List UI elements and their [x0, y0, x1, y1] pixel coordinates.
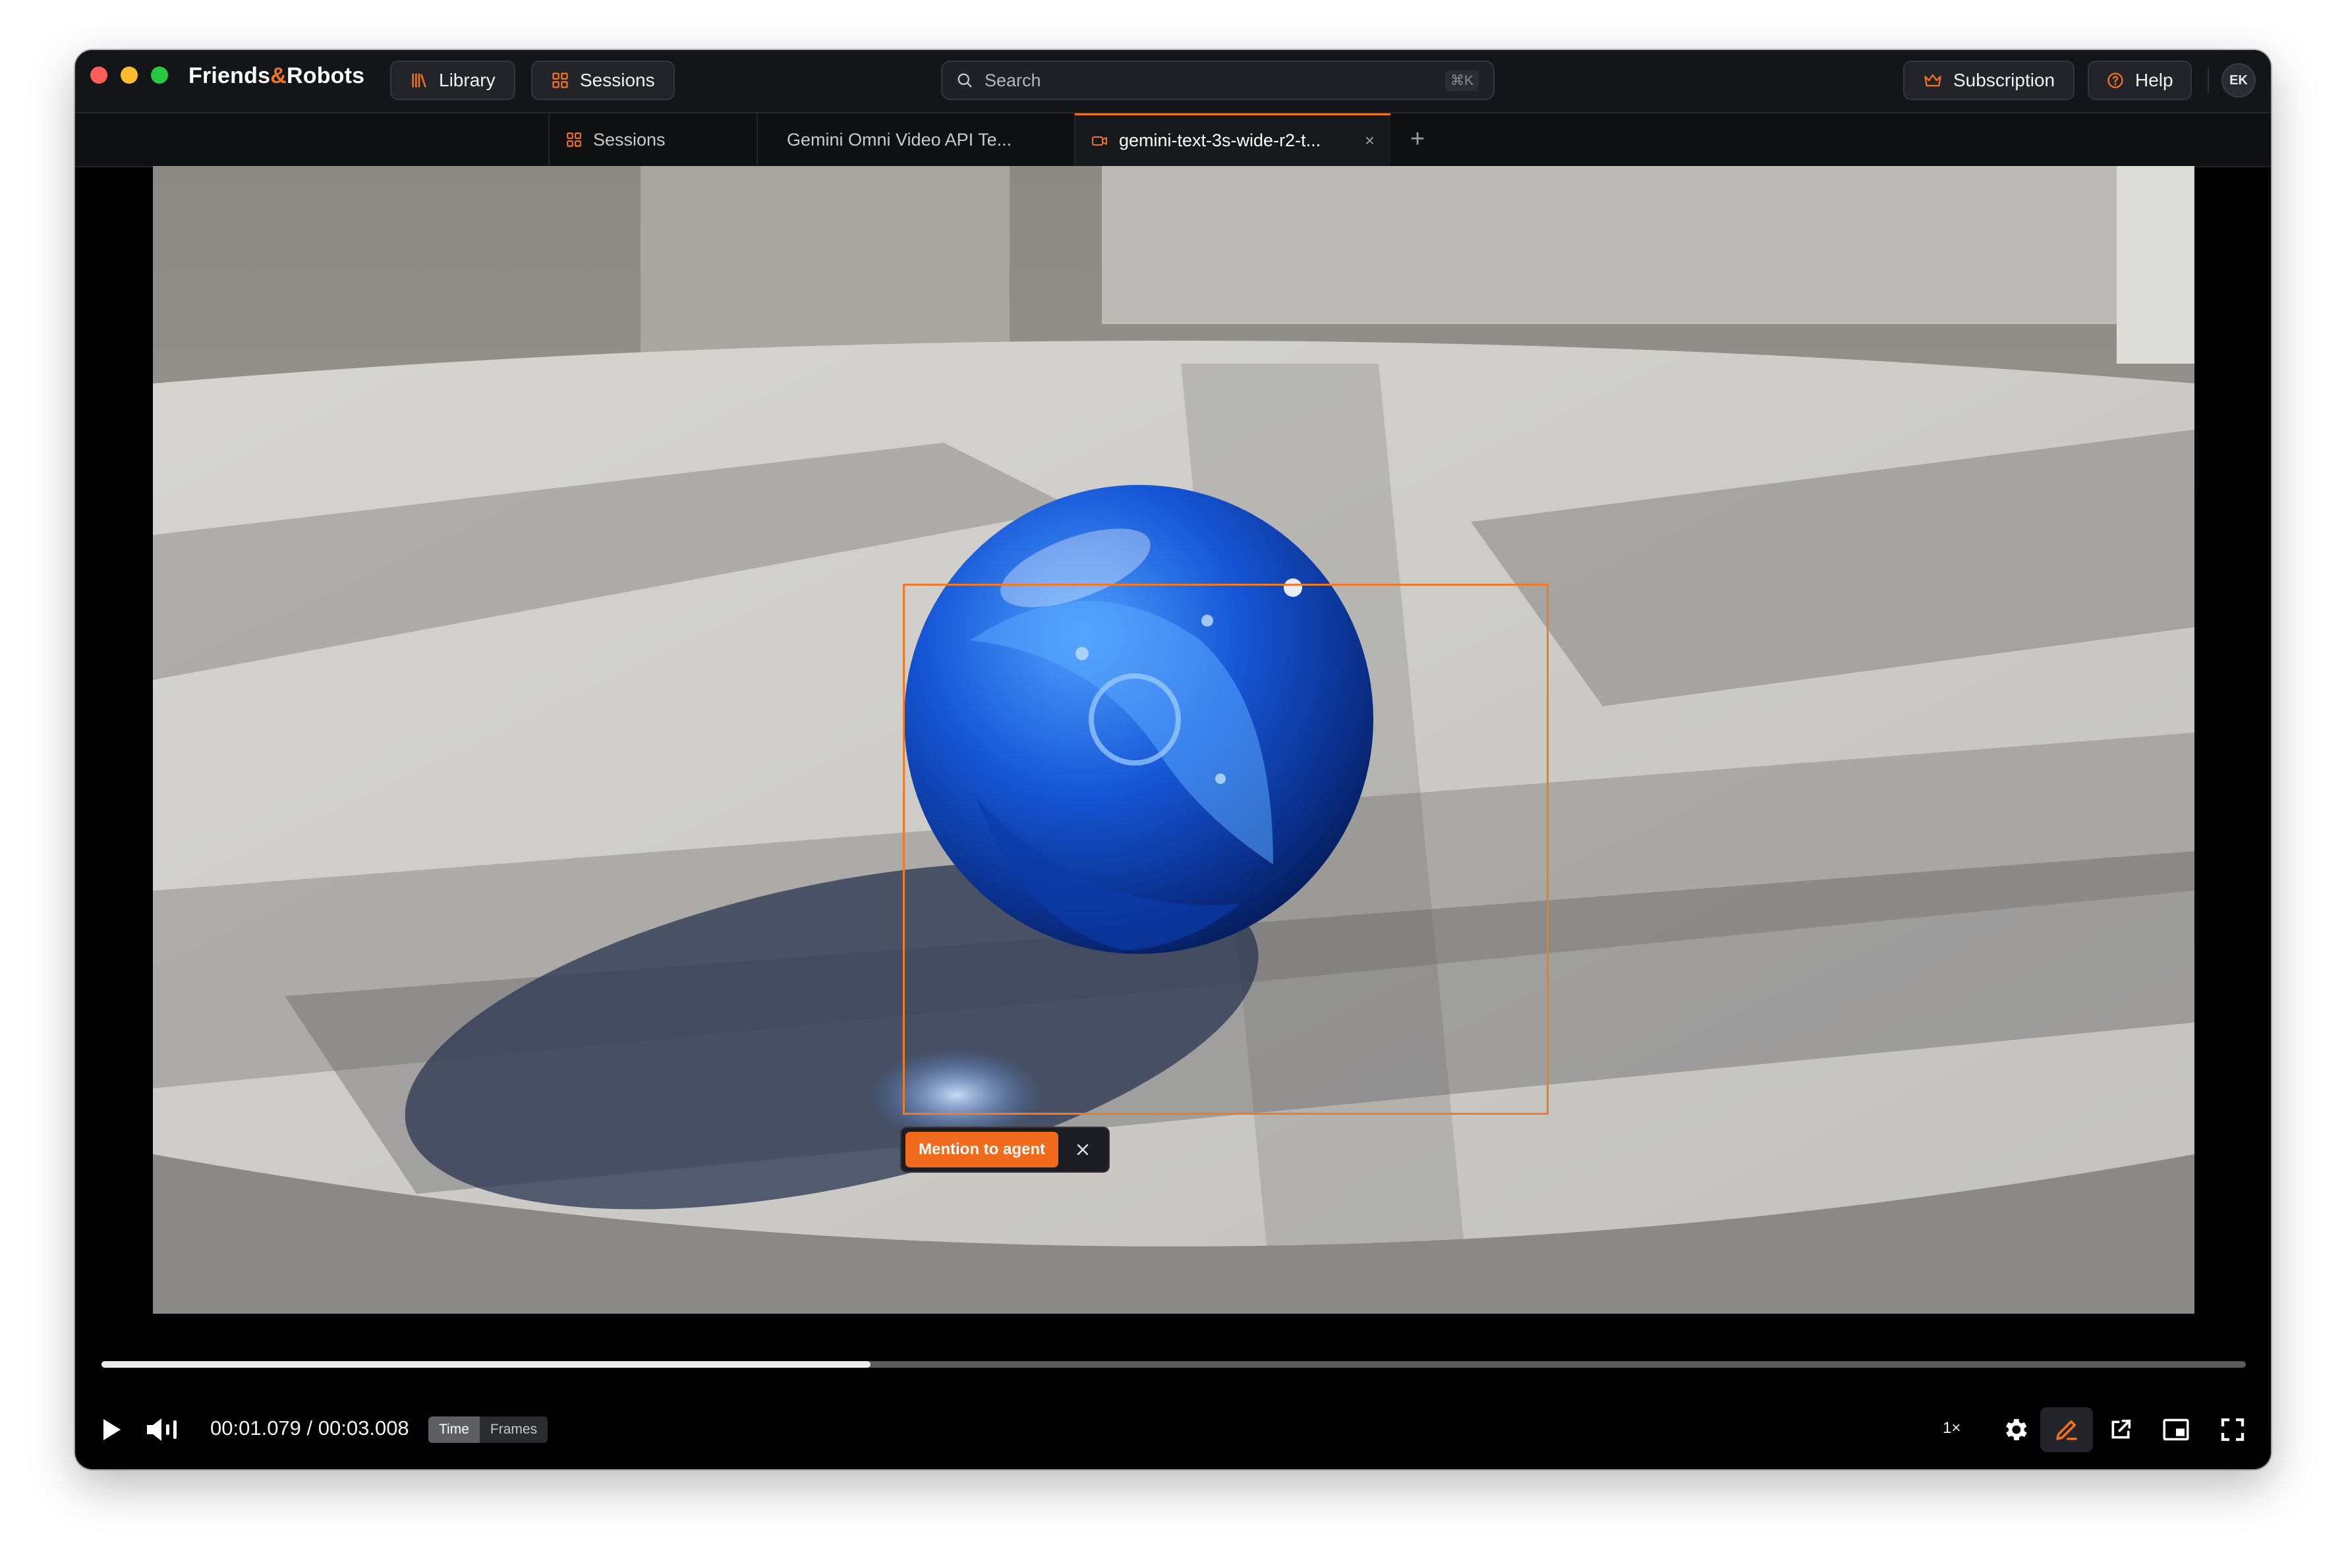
brand-logo: Friends&Robots [188, 63, 364, 89]
mention-to-agent-label: Mention to agent [919, 1140, 1045, 1158]
library-button[interactable]: Library [390, 61, 515, 100]
time-separator: / [300, 1416, 318, 1440]
crown-icon [1924, 74, 1941, 87]
volume-button[interactable] [144, 1407, 183, 1452]
window-minimize-button[interactable] [121, 67, 138, 84]
picture-in-picture-button[interactable] [2154, 1407, 2198, 1452]
tab-gemini-omni-video-api[interactable]: Gemini Omni Video API Te... [757, 113, 1025, 166]
video-frame[interactable]: Mention to agent [153, 166, 2194, 1314]
help-icon [2107, 72, 2123, 88]
selection-box[interactable] [903, 584, 1549, 1115]
player-controls: 00:01.079 / 00:03.008 Time Frames 1× [75, 1407, 2271, 1452]
time-format-toggle: Time Frames [428, 1416, 548, 1443]
fullscreen-icon [2221, 1418, 2245, 1442]
tab-label: Gemini Omni Video API Te... [787, 129, 1012, 150]
new-tab-button[interactable]: + [1410, 125, 1425, 154]
mention-to-agent-button[interactable]: Mention to agent [905, 1132, 1058, 1167]
app-window: Friends&Robots Library Sessions Search ⌘… [75, 50, 2271, 1469]
play-button[interactable] [94, 1407, 129, 1452]
tab-sessions[interactable]: Sessions [548, 113, 704, 166]
playback-rate-button[interactable]: 1× [1943, 1419, 1960, 1438]
sessions-label: Sessions [580, 70, 655, 90]
library-label: Library [439, 70, 496, 90]
video-icon [1092, 136, 1107, 146]
tab-label: Sessions [593, 129, 666, 150]
progress-fill [101, 1361, 871, 1368]
external-link-icon [2111, 1419, 2131, 1439]
search-placeholder: Search [985, 70, 1041, 90]
brand-name-left: Friends [188, 63, 271, 88]
annotate-button[interactable] [2040, 1407, 2093, 1452]
library-icon [412, 73, 426, 88]
tab-close-icon[interactable]: × [1365, 130, 1375, 151]
header-divider [2208, 69, 2209, 94]
pencil-icon [2056, 1420, 2077, 1440]
tab-gemini-text-video[interactable]: gemini-text-3s-wide-r2-t... × [1074, 113, 1390, 166]
help-label: Help [2135, 70, 2173, 90]
timecode: 00:01.079 / 00:03.008 [210, 1416, 409, 1440]
gear-icon [2006, 1418, 2027, 1441]
duration: 00:03.008 [318, 1416, 409, 1440]
picture-in-picture-icon [2163, 1418, 2189, 1441]
search-icon [958, 73, 972, 88]
mode-time-button[interactable]: Time [428, 1416, 480, 1443]
window-maximize-button[interactable] [151, 67, 168, 84]
settings-button[interactable] [1993, 1407, 2038, 1452]
mention-popover: Mention to agent [900, 1127, 1110, 1173]
sessions-button[interactable]: Sessions [531, 61, 675, 100]
help-button[interactable]: Help [2088, 61, 2192, 100]
progress-bar[interactable] [101, 1361, 2246, 1368]
brand-name-right: Robots [286, 63, 365, 88]
current-time: 00:01.079 [210, 1416, 301, 1440]
title-bar: Friends&Robots Library Sessions Search ⌘… [75, 50, 2271, 113]
subscription-button[interactable]: Subscription [1903, 61, 2075, 100]
mode-frames-button[interactable]: Frames [480, 1416, 548, 1443]
avatar-initials: EK [2229, 72, 2248, 88]
search-shortcut-badge: ⌘K [1445, 70, 1479, 91]
close-icon[interactable] [1073, 1140, 1093, 1160]
tab-label: gemini-text-3s-wide-r2-t... [1119, 130, 1321, 150]
user-avatar[interactable]: EK [2221, 63, 2256, 98]
grid-icon [552, 72, 568, 88]
subscription-label: Subscription [1953, 70, 2055, 90]
play-icon [103, 1419, 121, 1440]
grid-icon [567, 132, 581, 147]
search-input[interactable]: Search ⌘K [941, 61, 1495, 100]
volume-icon [147, 1418, 177, 1441]
window-close-button[interactable] [90, 67, 107, 84]
open-external-button[interactable] [2098, 1407, 2143, 1452]
tab-bar: Sessions Gemini Omni Video API Te... gem… [75, 113, 2271, 167]
brand-ampersand: & [270, 63, 287, 88]
fullscreen-button[interactable] [2210, 1407, 2255, 1452]
